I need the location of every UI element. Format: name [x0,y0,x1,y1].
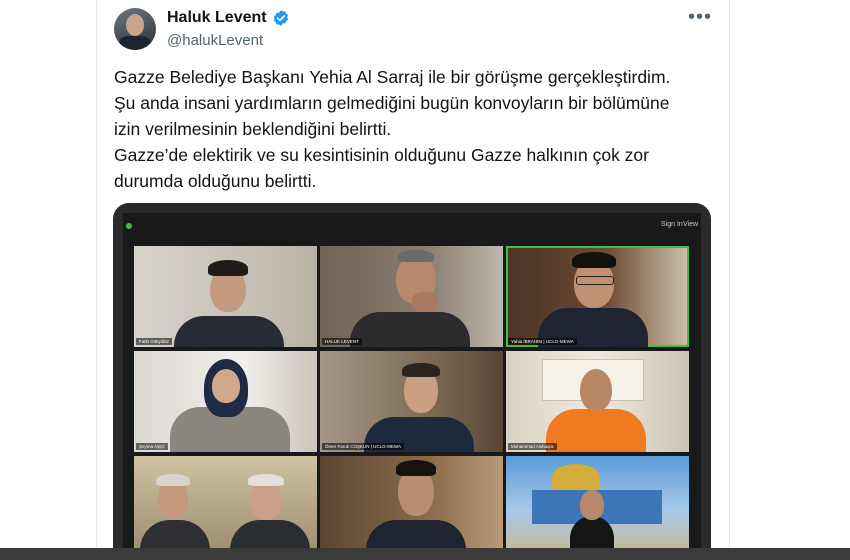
participant-tile-active-speaker: Yahia İBRAHİM | UCLG-MEWA [506,246,689,347]
participant-label: Yahia İBRAHİM | UCLG-MEWA [508,338,577,345]
avatar-suit [118,36,152,50]
participant-tile: Fatih Gökyıldız [134,246,317,347]
avatar-face [126,14,144,36]
participant-label: Mohammad Alshaqra [508,443,557,450]
tweet-media-image[interactable]: Sign In View Fatih Gökyıldız HALUK LEVEN… [113,203,711,560]
tweet-line: Şu anda insani yardımların gelmediğini b… [114,93,670,113]
participant-tile [134,456,317,557]
video-call-screen: Sign In View Fatih Gökyıldız HALUK LEVEN… [123,213,701,558]
security-indicator-icon [126,223,132,229]
participant-label: HALUK LEVENT [322,338,362,345]
author-handle[interactable]: @halukLevent [167,32,263,49]
sign-in-link: Sign In [661,221,683,228]
author-avatar[interactable] [114,8,156,50]
author-name-row[interactable]: Haluk Levent [167,9,290,27]
participant-label: Ömer Faruk COŞKUN | UCLG-MEWA [322,443,405,450]
participant-tile: Şeyma AŞÇI [134,351,317,452]
author-name[interactable]: Haluk Levent [167,9,267,27]
participant-label: Şeyma AŞÇI [136,443,168,450]
view-menu: View [683,221,699,228]
participant-tile [506,456,689,557]
bottom-bar [0,548,850,560]
tweet-line: Gazze Belediye Başkanı Yehia Al Sarraj i… [114,67,671,87]
tweet-text: Gazze Belediye Başkanı Yehia Al Sarraj i… [114,64,714,194]
participant-tile: Ömer Faruk COŞKUN | UCLG-MEWA [320,351,503,452]
participant-tile: HALUK LEVENT [320,246,503,347]
more-horizontal-icon[interactable]: ••• [688,6,712,29]
tweet-line: Gazze’de elektirik ve su kesintisinin ol… [114,145,649,165]
verified-badge-icon [273,10,288,26]
tweet-line: izin verilmesinin beklendiğini belirtti. [114,119,392,139]
participant-tile [320,456,503,557]
participant-label: Fatih Gökyıldız [136,338,173,345]
participant-tile: Mohammad Alshaqra [506,351,689,452]
tweet-line: durumda olduğunu belirtti. [114,171,317,191]
